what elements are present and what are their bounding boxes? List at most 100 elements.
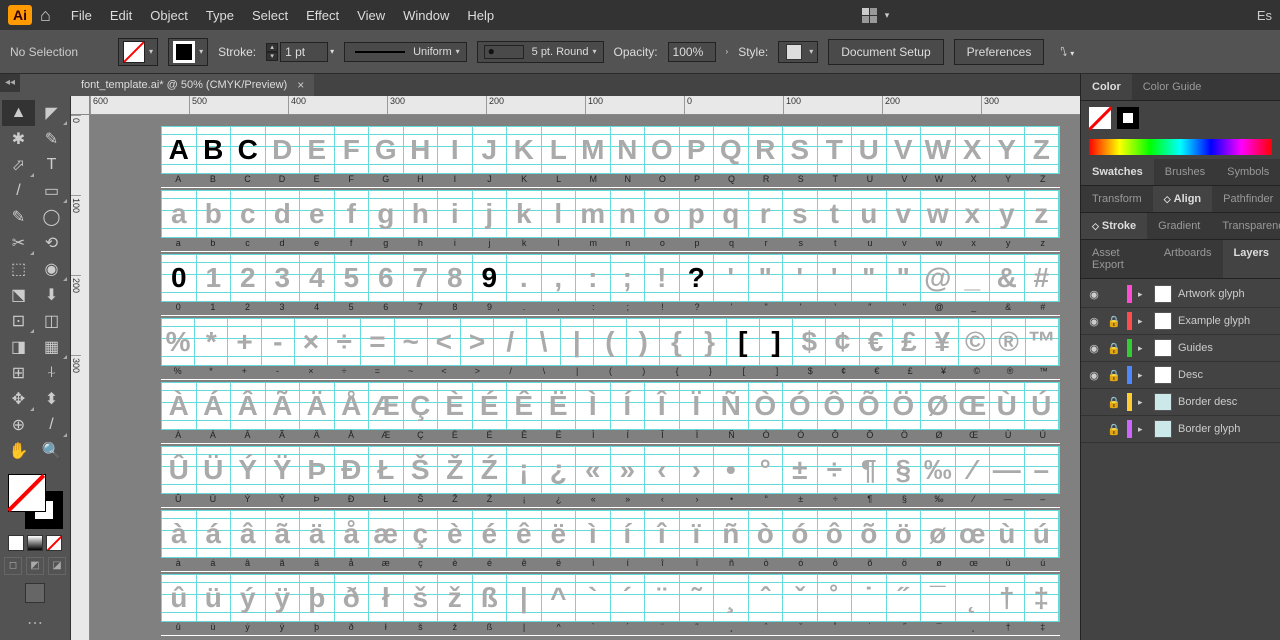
ruler-origin[interactable] bbox=[71, 96, 90, 115]
direct-selection-tool[interactable]: ◤ bbox=[35, 100, 68, 126]
glyph-cell[interactable]: @ bbox=[921, 255, 956, 301]
glyph-cell[interactable]: = bbox=[361, 319, 394, 365]
glyph-cell[interactable]: R bbox=[749, 127, 784, 173]
glyph-cell[interactable]: õ bbox=[852, 511, 887, 557]
expand-icon[interactable]: ▸ bbox=[1138, 424, 1148, 435]
glyph-cell[interactable]: | bbox=[561, 319, 594, 365]
glyph-cell[interactable]: ˚ bbox=[818, 575, 853, 621]
glyph-cell[interactable]: © bbox=[959, 319, 992, 365]
glyph-cell[interactable]: p bbox=[680, 191, 715, 237]
glyph-cell[interactable]: 9 bbox=[473, 255, 508, 301]
glyph-cell[interactable]: Q bbox=[714, 127, 749, 173]
glyph-cell[interactable]: ; bbox=[611, 255, 646, 301]
glyph-cell[interactable]: 8 bbox=[438, 255, 473, 301]
glyph-cell[interactable]: Ä bbox=[300, 383, 335, 429]
column-graph-tool[interactable]: ✥ bbox=[2, 386, 35, 412]
glyph-cell[interactable]: î bbox=[645, 511, 680, 557]
glyph-cell[interactable]: ~ bbox=[395, 319, 428, 365]
lock-icon[interactable]: 🔒 bbox=[1107, 342, 1121, 355]
glyph-cell[interactable]: ˇ bbox=[783, 575, 818, 621]
menu-window[interactable]: Window bbox=[403, 8, 449, 23]
close-tab-icon[interactable]: × bbox=[297, 78, 304, 92]
lock-icon[interactable]: 🔒 bbox=[1107, 396, 1121, 409]
glyph-cell[interactable]: i bbox=[438, 191, 473, 237]
glyph-cell[interactable]: I bbox=[438, 127, 473, 173]
glyph-cell[interactable]: ® bbox=[992, 319, 1025, 365]
glyph-cell[interactable]: Û bbox=[162, 447, 197, 493]
glyph-cell[interactable]: h bbox=[404, 191, 439, 237]
panel-tab-layers[interactable]: Layers bbox=[1223, 240, 1280, 278]
glyph-cell[interactable]: Ï bbox=[680, 383, 715, 429]
glyph-cell[interactable]: Ú bbox=[1025, 383, 1060, 429]
glyph-cell[interactable]: à bbox=[162, 511, 197, 557]
glyph-cell[interactable]: Ã bbox=[266, 383, 301, 429]
glyph-cell[interactable]: ' bbox=[818, 255, 853, 301]
glyph-cell[interactable]: j bbox=[473, 191, 508, 237]
glyph-cell[interactable]: Ý bbox=[231, 447, 266, 493]
glyph-cell[interactable]: + bbox=[228, 319, 261, 365]
glyph-cell[interactable]: J bbox=[473, 127, 508, 173]
glyph-cell[interactable]: 5 bbox=[335, 255, 370, 301]
glyph-cell[interactable]: ã bbox=[266, 511, 301, 557]
glyph-cell[interactable]: < bbox=[428, 319, 461, 365]
glyph-cell[interactable]: Ð bbox=[335, 447, 370, 493]
glyph-cell[interactable]: £ bbox=[893, 319, 926, 365]
glyph-cell[interactable]: . bbox=[507, 255, 542, 301]
glyph-cell[interactable]: ð bbox=[335, 575, 370, 621]
glyph-cell[interactable]: Á bbox=[197, 383, 232, 429]
glyph-cell[interactable]: ` bbox=[576, 575, 611, 621]
profile-dropdown[interactable]: Uniform▾ bbox=[344, 42, 467, 62]
panel-tab-color[interactable]: Color bbox=[1081, 74, 1132, 100]
glyph-cell[interactable]: – bbox=[1025, 447, 1060, 493]
glyph-cell[interactable]: r bbox=[749, 191, 784, 237]
glyph-cell[interactable]: ˛ bbox=[956, 575, 991, 621]
draw-modes[interactable]: ◻◩◪ bbox=[4, 557, 66, 575]
glyph-cell[interactable]: ‹ bbox=[645, 447, 680, 493]
rectangle-tool[interactable]: ▭ bbox=[35, 178, 68, 204]
glyph-cell[interactable]: ™ bbox=[1026, 319, 1059, 365]
glyph-cell[interactable]: 7 bbox=[404, 255, 439, 301]
glyph-cell[interactable]: ô bbox=[818, 511, 853, 557]
glyph-cell[interactable]: o bbox=[645, 191, 680, 237]
glyph-cell[interactable]: # bbox=[1025, 255, 1060, 301]
glyph-cell[interactable]: U bbox=[852, 127, 887, 173]
glyph-cell[interactable]: c bbox=[231, 191, 266, 237]
glyph-cell[interactable]: ö bbox=[887, 511, 922, 557]
glyph-cell[interactable]: 6 bbox=[369, 255, 404, 301]
glyph-cell[interactable]: x bbox=[956, 191, 991, 237]
glyph-cell[interactable]: A bbox=[162, 127, 197, 173]
glyph-cell[interactable]: Ÿ bbox=[266, 447, 301, 493]
expand-panel-left[interactable]: ◂◂ bbox=[0, 74, 20, 92]
glyph-cell[interactable]: ´ bbox=[611, 575, 646, 621]
glyph-cell[interactable]: Ž bbox=[438, 447, 473, 493]
glyph-cell[interactable]: V bbox=[887, 127, 922, 173]
glyph-cell[interactable]: : bbox=[576, 255, 611, 301]
glyph-cell[interactable]: T bbox=[818, 127, 853, 173]
gradient-tool[interactable]: ◨ bbox=[2, 334, 35, 360]
glyph-cell[interactable]: â bbox=[231, 511, 266, 557]
glyph-cell[interactable]: € bbox=[860, 319, 893, 365]
visibility-icon[interactable]: ◉ bbox=[1087, 369, 1101, 382]
glyph-cell[interactable]: y bbox=[990, 191, 1025, 237]
glyph-cell[interactable]: ÷ bbox=[328, 319, 361, 365]
glyph-cell[interactable]: ¯ bbox=[921, 575, 956, 621]
panel-tab-brushes[interactable]: Brushes bbox=[1154, 159, 1216, 185]
menu-select[interactable]: Select bbox=[252, 8, 288, 23]
panel-tab-pathfinder[interactable]: Pathfinder bbox=[1212, 186, 1280, 212]
glyph-cell[interactable]: " bbox=[749, 255, 784, 301]
glyph-cell[interactable]: W bbox=[921, 127, 956, 173]
glyph-cell[interactable]: ¥ bbox=[926, 319, 959, 365]
glyph-cell[interactable]: Ź bbox=[473, 447, 508, 493]
glyph-cell[interactable]: ˆ bbox=[749, 575, 784, 621]
glyph-cell[interactable]: á bbox=[197, 511, 232, 557]
glyph-cell[interactable]: Ü bbox=[197, 447, 232, 493]
glyph-cell[interactable]: L bbox=[542, 127, 577, 173]
glyph-cell[interactable]: é bbox=[473, 511, 508, 557]
glyph-cell[interactable]: Y bbox=[990, 127, 1025, 173]
hand-tool[interactable]: / bbox=[35, 412, 68, 438]
glyph-cell[interactable]: n bbox=[611, 191, 646, 237]
glyph-cell[interactable]: ¿ bbox=[542, 447, 577, 493]
mesh-tool[interactable]: ◫ bbox=[35, 308, 68, 334]
glyph-cell[interactable]: Ñ bbox=[714, 383, 749, 429]
glyph-cell[interactable]: ± bbox=[783, 447, 818, 493]
